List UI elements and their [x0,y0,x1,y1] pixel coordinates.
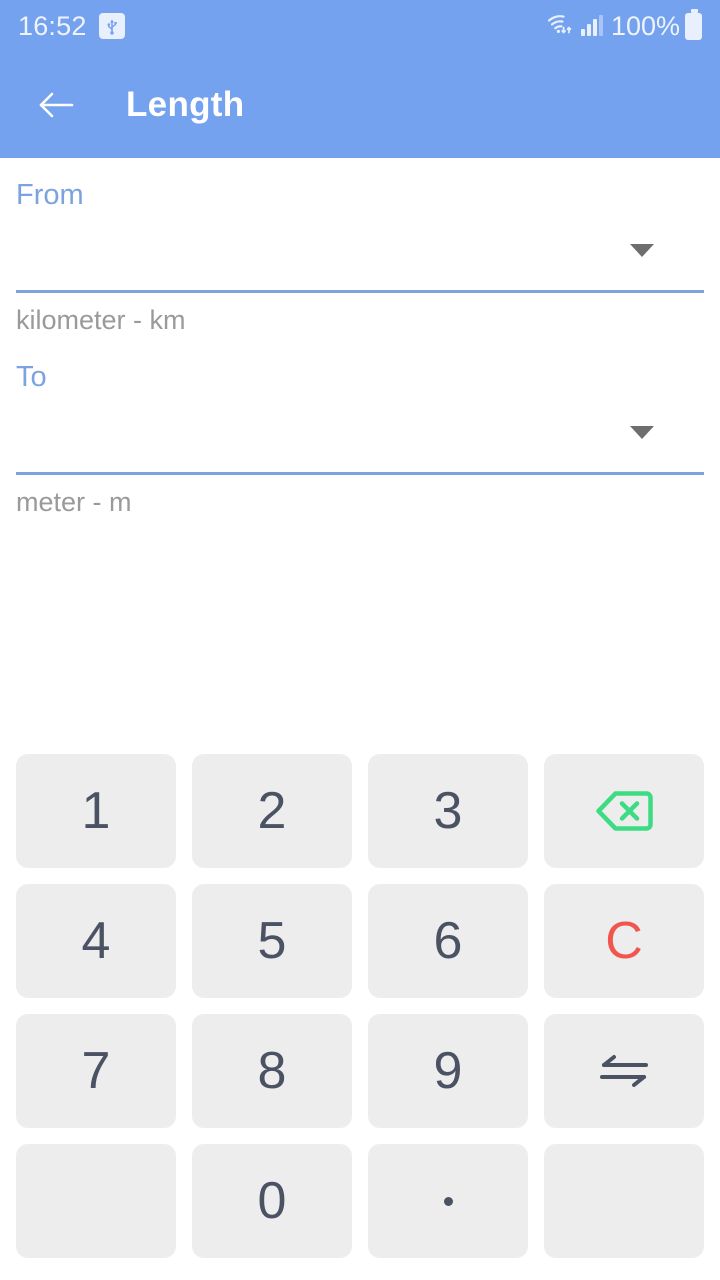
key-3[interactable]: 3 [368,754,528,868]
key-9[interactable]: 9 [368,1014,528,1128]
to-unit-selector[interactable] [16,394,704,472]
key-7[interactable]: 7 [16,1014,176,1128]
from-unit-selector[interactable] [16,212,704,290]
chevron-down-icon[interactable] [630,426,654,440]
app-screen: 16:52 100% Length From kilometer - km To… [0,0,720,1280]
to-label: To [16,360,47,393]
key-1[interactable]: 1 [16,754,176,868]
key-5[interactable]: 5 [192,884,352,998]
signal-bars-icon [580,15,603,36]
status-clock: 16:52 [18,10,87,41]
to-unit-hint: meter - m [16,486,132,517]
converter-fields: From kilometer - km To meter - m [0,158,720,518]
key-8[interactable]: 8 [192,1014,352,1128]
key-clear[interactable]: C [544,884,704,998]
battery-full-icon [685,8,702,40]
from-label: From [16,179,84,211]
numeric-keypad: 123 456C 7890 [0,754,720,1258]
key-2[interactable]: 2 [192,754,352,868]
status-bar-left: 16:52 [18,11,125,42]
backspace-icon[interactable] [544,754,704,868]
back-button[interactable] [30,79,82,131]
usb-icon [98,13,125,39]
key-blank-right [544,1144,704,1258]
status-bar-right: 100% [546,8,702,42]
to-field: To meter - m [16,336,704,518]
key-6[interactable]: 6 [368,884,528,998]
wifi-icon [546,12,576,41]
from-unit-hint: kilometer - km [16,304,186,335]
key-blank-left [16,1144,176,1258]
chevron-down-icon[interactable] [630,244,654,258]
status-bar: 16:52 100% [0,0,720,52]
page-title: Length [126,85,245,124]
from-field: From kilometer - km [16,158,704,336]
app-bar: Length [0,52,720,158]
key-4[interactable]: 4 [16,884,176,998]
battery-percent-label: 100% [610,10,680,41]
key-0[interactable]: 0 [192,1144,352,1258]
swap-arrows-icon[interactable] [544,1014,704,1128]
key-decimal[interactable] [368,1144,528,1258]
